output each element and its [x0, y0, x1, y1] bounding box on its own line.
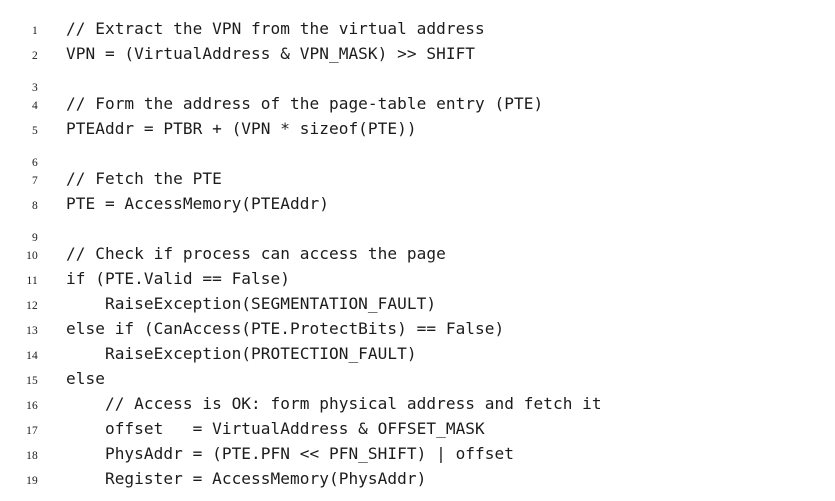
line-number: 14	[26, 350, 38, 362]
line-code: VPN = (VirtualAddress & VPN_MASK) >> SHI…	[66, 44, 476, 63]
code-line: 4 // Form the address of the page-table e…	[0, 91, 835, 116]
line-code: // Form the address of the page-table en…	[66, 94, 544, 113]
line-number: 19	[26, 475, 38, 487]
line-code: // Extract the VPN from the virtual addr…	[66, 19, 485, 38]
line-code: PhysAddr = (PTE.PFN << PFN_SHIFT) | offs…	[66, 444, 515, 463]
code-line: 14 RaiseException(PROTECTION_FAULT)	[0, 341, 835, 366]
line-number: 1	[32, 25, 38, 37]
code-line: 10 // Check if process can access the pag…	[0, 241, 835, 266]
line-code: else	[66, 369, 105, 388]
code-line: 18 PhysAddr = (PTE.PFN << PFN_SHIFT) | o…	[0, 441, 835, 466]
code-line: 5 PTEAddr = PTBR + (VPN * sizeof(PTE))	[0, 116, 835, 141]
line-number: 8	[32, 200, 38, 212]
line-number: 18	[26, 450, 38, 462]
code-line: 13 else if (CanAccess(PTE.ProtectBits) ==…	[0, 316, 835, 341]
code-line: 3	[0, 66, 835, 94]
code-line: 8 PTE = AccessMemory(PTEAddr)	[0, 191, 835, 216]
line-number: 17	[26, 425, 38, 437]
line-code: RaiseException(PROTECTION_FAULT)	[66, 344, 417, 363]
line-number: 15	[26, 375, 38, 387]
code-line: 19 Register = AccessMemory(PhysAddr)	[0, 466, 835, 491]
line-number: 12	[26, 300, 38, 312]
line-code: offset = VirtualAddress & OFFSET_MASK	[66, 419, 485, 438]
line-number: 4	[32, 100, 38, 112]
code-lines-container: 1 // Extract the VPN from the virtual add…	[0, 16, 835, 491]
code-line: 12 RaiseException(SEGMENTATION_FAULT)	[0, 291, 835, 316]
code-line: 15 else	[0, 366, 835, 391]
line-number: 16	[26, 400, 38, 412]
code-listing: 1 // Extract the VPN from the virtual add…	[0, 0, 835, 501]
line-code: if (PTE.Valid == False)	[66, 269, 291, 288]
line-number: 10	[26, 250, 38, 262]
code-line: 7 // Fetch the PTE	[0, 166, 835, 191]
line-code: Register = AccessMemory(PhysAddr)	[66, 469, 427, 488]
code-line: 2 VPN = (VirtualAddress & VPN_MASK) >> SH…	[0, 41, 835, 66]
line-code: // Check if process can access the page	[66, 244, 446, 263]
code-line: 11 if (PTE.Valid == False)	[0, 266, 835, 291]
code-line: 17 offset = VirtualAddress & OFFSET_MASK	[0, 416, 835, 441]
line-number: 7	[32, 175, 38, 187]
code-line: 6	[0, 141, 835, 169]
line-code: else if (CanAccess(PTE.ProtectBits) == F…	[66, 319, 505, 338]
line-code: PTEAddr = PTBR + (VPN * sizeof(PTE))	[66, 119, 417, 138]
line-number: 2	[32, 50, 38, 62]
line-number: 13	[26, 325, 38, 337]
code-line: 9	[0, 216, 835, 244]
line-code: // Fetch the PTE	[66, 169, 222, 188]
line-code: RaiseException(SEGMENTATION_FAULT)	[66, 294, 437, 313]
code-line: 1 // Extract the VPN from the virtual add…	[0, 16, 835, 41]
line-code: PTE = AccessMemory(PTEAddr)	[66, 194, 329, 213]
line-number: 11	[26, 275, 38, 287]
line-number: 5	[32, 125, 38, 137]
code-line: 16 // Access is OK: form physical addres…	[0, 391, 835, 416]
line-code: // Access is OK: form physical address a…	[66, 394, 602, 413]
